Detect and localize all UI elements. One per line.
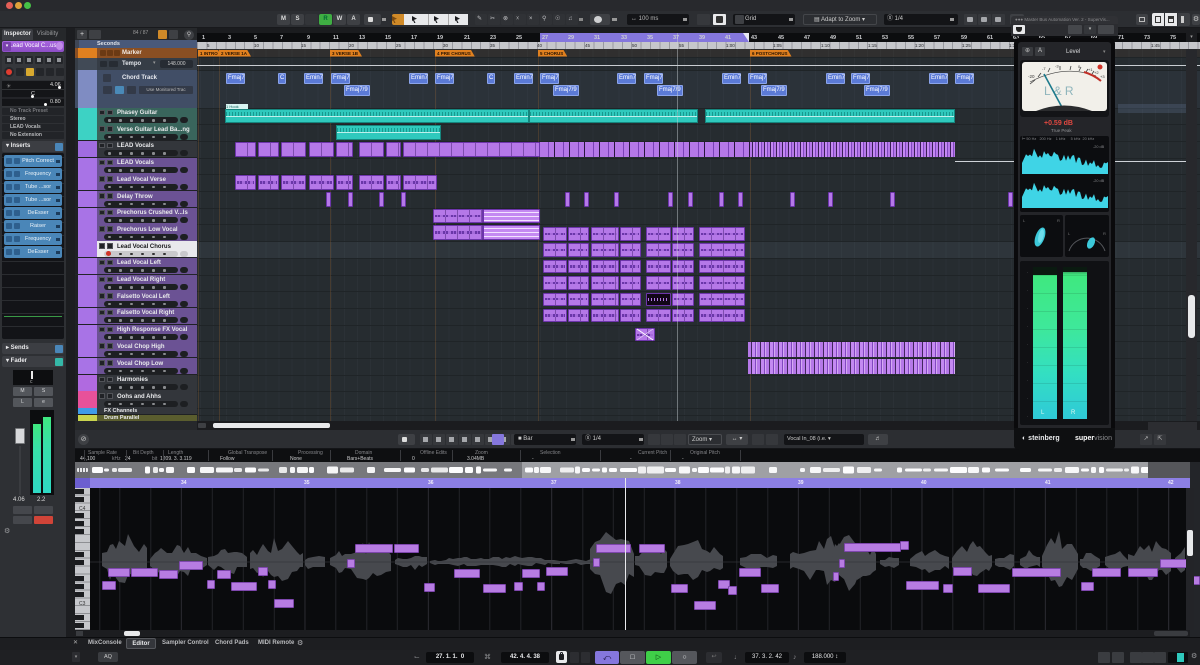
svg-text:R: R xyxy=(1057,218,1060,223)
svg-text:-7: -7 xyxy=(1042,66,1046,71)
svg-text:R: R xyxy=(1103,231,1106,236)
svg-text:+1: +1 xyxy=(1088,67,1093,72)
svg-text:L & R: L & R xyxy=(1044,84,1074,98)
svg-text:+2: +2 xyxy=(1094,70,1099,75)
svg-text:-20: -20 xyxy=(1028,74,1035,79)
svg-text:-3: -3 xyxy=(1055,64,1059,69)
svg-text:+3: +3 xyxy=(1100,74,1105,79)
svg-text:L: L xyxy=(1068,231,1071,236)
svg-text:L: L xyxy=(1023,218,1026,223)
